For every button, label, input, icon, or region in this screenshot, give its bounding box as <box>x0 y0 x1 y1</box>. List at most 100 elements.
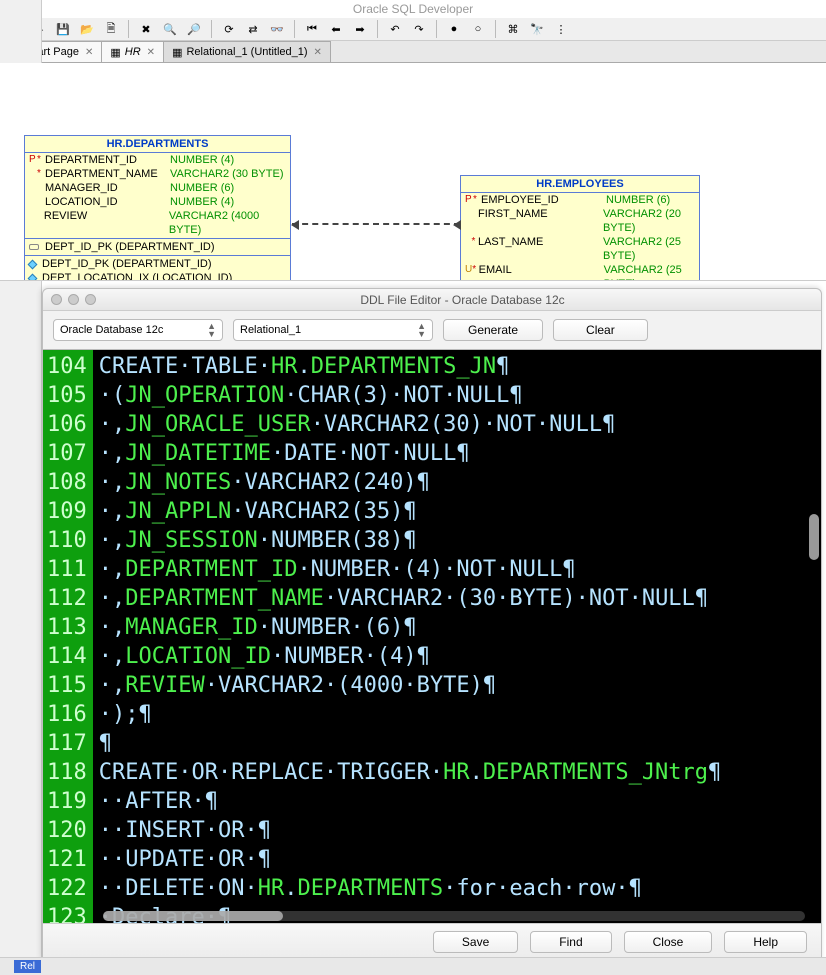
key-flag: P <box>465 193 473 207</box>
next-icon[interactable]: ➡ <box>351 20 369 38</box>
find-binoc-icon[interactable]: 👓 <box>268 20 286 38</box>
close-icon[interactable]: ✕ <box>147 47 155 58</box>
entity-employees[interactable]: HR.EMPLOYEES P*EMPLOYEE_IDNUMBER (6)FIRS… <box>460 175 700 281</box>
code-line[interactable]: ·,JN_NOTES·VARCHAR2(240)¶ <box>99 468 722 497</box>
code-line[interactable]: ·,MANAGER_ID·NUMBER·(6)¶ <box>99 613 722 642</box>
traffic-lights[interactable] <box>43 294 104 305</box>
column-type: NUMBER (6) <box>170 181 234 195</box>
close-dot-icon[interactable] <box>51 294 62 305</box>
vertical-scrollbar[interactable] <box>809 404 819 904</box>
help-button[interactable]: Help <box>724 931 807 953</box>
code-line[interactable]: ·,LOCATION_ID·NUMBER·(4)¶ <box>99 642 722 671</box>
ddl-editor-window[interactable]: DDL File Editor - Oracle Database 12c Or… <box>42 288 822 960</box>
column-row: FIRST_NAMEVARCHAR2 (20 BYTE) <box>461 207 699 235</box>
code-line[interactable]: ·,JN_ORACLE_USER·VARCHAR2(30)·NOT·NULL¶ <box>99 410 722 439</box>
code-line[interactable]: ·,DEPARTMENT_ID·NUMBER·(4)·NOT·NULL¶ <box>99 555 722 584</box>
notnull-flag <box>37 195 45 209</box>
code-line[interactable]: ·);¶ <box>99 700 722 729</box>
column-name: DEPARTMENT_NAME <box>45 167 170 181</box>
code-line[interactable]: ·,JN_SESSION·NUMBER(38)¶ <box>99 526 722 555</box>
clear-button[interactable]: Clear <box>553 319 648 341</box>
entity-departments[interactable]: HR.DEPARTMENTS P*DEPARTMENT_IDNUMBER (4)… <box>24 135 291 281</box>
sql-icon[interactable]: ⌘ <box>504 20 522 38</box>
generate-button[interactable]: Generate <box>443 319 543 341</box>
code-line[interactable]: ·,JN_APPLN·VARCHAR2(35)¶ <box>99 497 722 526</box>
column-row: P*EMPLOYEE_IDNUMBER (6) <box>461 193 699 207</box>
chevron-updown-icon: ▲▼ <box>417 322 426 338</box>
save-icon[interactable]: 💾 <box>54 20 72 38</box>
binoculars-icon[interactable]: 🔭 <box>528 20 546 38</box>
main-toolbar: ◆▶💾📂🗎✖🔍🔎⟳⇄👓⏮⬅➡↶↷●○⌘🔭⋮ <box>0 18 826 41</box>
code-line[interactable]: ·,JN_DATETIME·DATE·NOT·NULL¶ <box>99 439 722 468</box>
close-icon[interactable]: ✕ <box>85 47 93 58</box>
code-line[interactable]: ··INSERT·OR·¶ <box>99 816 722 845</box>
notnull-flag: * <box>37 167 45 181</box>
code-line[interactable]: CREATE·TABLE·HR.DEPARTMENTS_JN¶ <box>99 352 722 381</box>
relation-arrow <box>292 223 460 225</box>
open-icon[interactable]: 📂 <box>78 20 96 38</box>
compare-icon[interactable]: ⇄ <box>244 20 262 38</box>
model-combo[interactable]: Relational_1▲▼ <box>233 319 433 341</box>
index-row: DEPT_LOCATION_IX (LOCATION_ID) <box>25 271 290 281</box>
zoom-out-icon[interactable]: 🔎 <box>185 20 203 38</box>
column-row: *DEPARTMENT_NAMEVARCHAR2 (30 BYTE) <box>25 167 290 181</box>
key-flag <box>29 195 37 209</box>
max-dot-icon[interactable] <box>85 294 96 305</box>
prev-icon[interactable]: ⬅ <box>327 20 345 38</box>
run-gray-icon[interactable]: ○ <box>469 20 487 38</box>
x-red-icon[interactable]: ✖ <box>137 20 155 38</box>
code-line[interactable]: ·,DEPARTMENT_NAME·VARCHAR2·(30·BYTE)·NOT… <box>99 584 722 613</box>
options-icon[interactable]: ⋮ <box>552 20 570 38</box>
find-button[interactable]: Find <box>530 931 611 953</box>
close-button[interactable]: Close <box>624 931 713 953</box>
er-canvas[interactable]: HR.DEPARTMENTS P*DEPARTMENT_IDNUMBER (4)… <box>0 63 826 281</box>
sql-editor[interactable]: 1041051061071081091101111121131141151161… <box>43 350 821 923</box>
zoom-in-icon[interactable]: 🔍 <box>161 20 179 38</box>
horizontal-scrollbar[interactable] <box>103 911 805 921</box>
run-green-icon[interactable]: ● <box>445 20 463 38</box>
code-line[interactable]: ··DELETE·ON·HR.DEPARTMENTS·for·each·row·… <box>99 874 722 903</box>
code-line[interactable]: ·,REVIEW·VARCHAR2·(4000·BYTE)¶ <box>99 671 722 700</box>
refresh-icon[interactable]: ⟳ <box>220 20 238 38</box>
key-icon <box>29 244 39 250</box>
index-icon <box>28 273 38 281</box>
entity-title: HR.EMPLOYEES <box>461 176 699 193</box>
redo-icon[interactable]: ↷ <box>410 20 428 38</box>
tab-hr[interactable]: ▦HR✕ <box>101 41 164 62</box>
column-name: MANAGER_ID <box>45 181 170 195</box>
column-type: VARCHAR2 (4000 BYTE) <box>169 209 286 237</box>
undo-icon[interactable]: ↶ <box>386 20 404 38</box>
sql-file-icon: ▦ <box>110 46 120 59</box>
save-button[interactable]: Save <box>433 931 518 953</box>
column-row: P*DEPARTMENT_IDNUMBER (4) <box>25 153 290 167</box>
first-icon[interactable]: ⏮ <box>303 20 321 38</box>
column-name: FIRST_NAME <box>478 207 603 235</box>
column-name: LAST_NAME <box>478 235 603 263</box>
save-multi-icon[interactable]: 🗎 <box>102 20 120 38</box>
app-title: Oracle SQL Developer <box>0 0 826 18</box>
column-row: U*EMAILVARCHAR2 (25 BYTE) <box>461 263 699 281</box>
tab-relational-1-untitled-1-[interactable]: ▦Relational_1 (Untitled_1)✕ <box>163 41 331 62</box>
column-type: VARCHAR2 (20 BYTE) <box>603 207 695 235</box>
code-line[interactable]: ··UPDATE·OR·¶ <box>99 845 722 874</box>
index-icon <box>28 259 38 269</box>
code-line[interactable]: ··AFTER·¶ <box>99 787 722 816</box>
column-type: NUMBER (4) <box>170 153 234 167</box>
line-gutter: 1041051061071081091101111121131141151161… <box>43 350 93 923</box>
column-type: NUMBER (4) <box>170 195 234 209</box>
key-flag: U <box>465 263 472 281</box>
tab-label: Relational_1 (Untitled_1) <box>186 46 307 58</box>
code-line[interactable]: CREATE·OR·REPLACE·TRIGGER·HR.DEPARTMENTS… <box>99 758 722 787</box>
db-version-combo[interactable]: Oracle Database 12c▲▼ <box>53 319 223 341</box>
min-dot-icon[interactable] <box>68 294 79 305</box>
close-icon[interactable]: ✕ <box>314 47 322 58</box>
status-tab[interactable]: Rel <box>14 960 41 973</box>
code-line[interactable]: ·(JN_OPERATION·CHAR(3)·NOT·NULL¶ <box>99 381 722 410</box>
column-type: VARCHAR2 (30 BYTE) <box>170 167 284 181</box>
ddl-titlebar[interactable]: DDL File Editor - Oracle Database 12c <box>43 289 821 311</box>
ddl-window-title: DDL File Editor - Oracle Database 12c <box>104 293 821 307</box>
code-line[interactable]: ¶ <box>99 729 722 758</box>
column-name: EMAIL <box>479 263 604 281</box>
code-area[interactable]: CREATE·TABLE·HR.DEPARTMENTS_JN¶·(JN_OPER… <box>93 350 722 923</box>
index-row: DEPT_ID_PK (DEPARTMENT_ID) <box>25 257 290 271</box>
